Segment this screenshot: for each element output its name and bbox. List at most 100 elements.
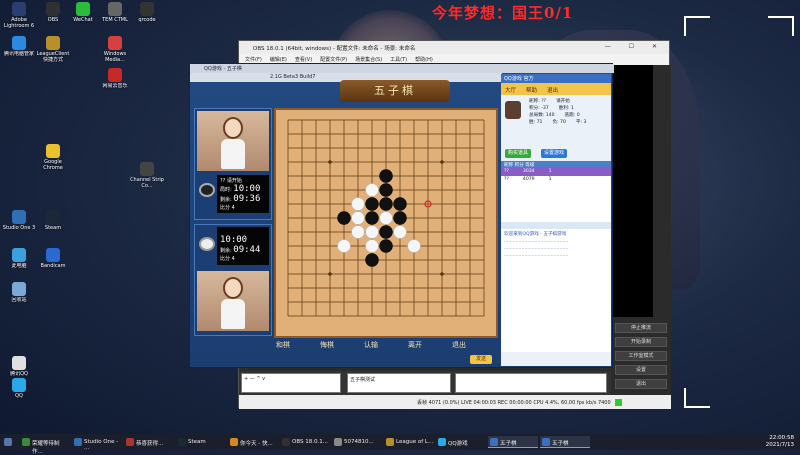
white-stone: [351, 211, 365, 225]
panel-menu: 大厅 帮助 退出: [501, 83, 611, 95]
source-item[interactable]: 五子棋测试: [350, 377, 375, 383]
desktop-icon-label: WeChat: [73, 17, 93, 23]
desktop-icon-label: 腾讯电脑管家: [3, 51, 34, 57]
desktop-icon-label: qrcode: [138, 17, 156, 23]
game-settings-button[interactable]: 设置游戏: [540, 149, 567, 158]
desktop-app-icon: [12, 36, 26, 50]
game-tab[interactable]: 和棋: [276, 340, 290, 354]
desktop-icon[interactable]: Bandicam: [36, 246, 70, 284]
start-button[interactable]: [2, 436, 16, 448]
gomoku-board[interactable]: [276, 110, 496, 336]
game-tab[interactable]: 悔棋: [320, 340, 334, 354]
buy-items-button[interactable]: 购买道具: [505, 149, 532, 158]
obs-side-button[interactable]: 退出: [615, 379, 667, 389]
taskbar-item[interactable]: 五子棋: [488, 436, 538, 448]
taskbar-item[interactable]: OBS 18.0.1...: [280, 436, 330, 448]
obs-status-text: 丢帧 4071 (0.0%) LIVE 04:00:03 REC 00:00:0…: [417, 400, 611, 406]
desktop-icon-label: 腾讯QQ: [10, 371, 28, 377]
panel-menu-item[interactable]: 帮助: [526, 88, 537, 94]
desktop-icon[interactable]: LeagueClient 快捷方式: [36, 34, 70, 72]
game-action-tabs: 和棋 悔棋 认输 离开 退出: [274, 340, 494, 354]
desktop-icon-label: OBS: [47, 17, 59, 23]
white-stone: [393, 225, 407, 239]
stats-value: 逃跑: 0: [564, 113, 580, 118]
desktop-icon[interactable]: 网易云音乐: [98, 66, 132, 104]
chat-line: ........................................…: [504, 253, 569, 258]
panel-menu-item[interactable]: 退出: [547, 88, 558, 94]
stats-value: 积分: -37: [529, 106, 549, 111]
desktop-icon[interactable]: 此电脑: [2, 246, 36, 284]
stats-value: 总局数: 140: [529, 113, 555, 118]
game-titlebar: QQ游戏 - 五子棋: [190, 64, 614, 73]
stream-overlay-title: 今年梦想：国王0/1: [432, 4, 574, 22]
frame-corner-top-left: [684, 16, 710, 36]
obs-bottom-docks: + — ^ v 五子棋测试: [239, 371, 611, 395]
table-row[interactable]: ?? 3034 1: [501, 168, 611, 176]
desktop-icon-label: LeagueClient 快捷方式: [36, 51, 70, 63]
desktop-icon[interactable]: 腾讯QQ: [2, 354, 36, 392]
desktop-icon[interactable]: WeChat: [66, 0, 100, 38]
taskbar-item[interactable]: Studio One - ...: [72, 436, 122, 451]
desktop-app-icon: [108, 36, 122, 50]
desktop-app-icon: [140, 162, 154, 176]
taskbar-item[interactable]: 5074810...: [332, 436, 382, 448]
desktop-icon-label: Adobe Lightroom 6: [3, 17, 35, 29]
sources-dock[interactable]: 五子棋测试: [347, 373, 451, 393]
obs-side-button[interactable]: 停止推流: [615, 323, 667, 333]
gomoku-board-frame[interactable]: [274, 108, 498, 338]
taskbar-item[interactable]: 你今天 - 快...: [228, 436, 278, 448]
panel-top-label: QQ游戏 官方: [501, 74, 611, 83]
player-top-label2: 剩余:: [220, 197, 232, 203]
player-table-header: 昵称 积分 等级: [501, 161, 611, 168]
taskbar-item[interactable]: 恭喜获得...: [124, 436, 174, 448]
desktop-app-icon: [108, 2, 122, 16]
white-stone: [365, 183, 379, 197]
obs-side-button[interactable]: 设置: [615, 365, 667, 375]
stats-row: 昵称: ?? 请开始: [529, 98, 608, 105]
window-controls[interactable]: — ☐ ✕: [605, 43, 665, 50]
desktop-icon[interactable]: qrcode: [130, 0, 164, 38]
desktop-icon-label: TEM CTML: [102, 17, 128, 23]
room-side-panel: QQ游戏 官方 大厅 帮助 退出 昵称: ?? 请开始 积分: -37 胜利: 1 总局数:…: [501, 74, 611, 366]
taskbar-item[interactable]: League of L...: [384, 436, 434, 448]
desktop-app-icon: [140, 2, 154, 16]
desktop-icon[interactable]: Google Chrome: [36, 142, 70, 180]
game-tab[interactable]: 退出: [452, 340, 466, 354]
white-stone: [351, 197, 365, 211]
desktop-icon-label: QQ: [15, 393, 23, 399]
desktop-icon[interactable]: OBS: [36, 0, 70, 38]
stats-row: 胜: 71 负: 70 平: 3: [529, 119, 608, 126]
taskbar-item[interactable]: 五子棋: [540, 436, 590, 448]
obs-side-button[interactable]: 工作室模式: [615, 351, 667, 361]
obs-side-button[interactable]: 开始录制: [615, 337, 667, 347]
desktop-icon[interactable]: Channel Strip Co...: [130, 160, 164, 198]
desktop-icon[interactable]: 腾讯电脑管家: [2, 34, 36, 72]
table-row[interactable]: ?? 4079 1: [501, 176, 611, 184]
taskbar-item[interactable]: QQ游戏: [436, 436, 486, 448]
scenes-controls[interactable]: + — ^ v: [244, 376, 265, 382]
desktop-icon[interactable]: TEM CTML: [98, 0, 132, 38]
chat-input[interactable]: [501, 352, 611, 366]
white-stone: [337, 239, 351, 253]
game-tab[interactable]: 离开: [408, 340, 422, 354]
clock-time[interactable]: 22:00:58: [766, 435, 794, 442]
status-indicator-icon: [614, 399, 622, 406]
taskbar-item[interactable]: Steam: [176, 436, 226, 448]
desktop-icon[interactable]: Studio One 3: [2, 208, 36, 246]
panel-menu-item[interactable]: 大厅: [505, 88, 516, 94]
player-top-time1: 10:00: [233, 184, 261, 194]
game-tab[interactable]: 认输: [364, 340, 378, 354]
scenes-dock[interactable]: + — ^ v: [241, 373, 341, 393]
taskbar-item[interactable]: 荣耀等待制作...: [20, 436, 70, 455]
chat-log: 欢迎来到QQ游戏 - 五子棋游戏........................…: [501, 229, 611, 366]
send-button[interactable]: 发送: [470, 355, 492, 364]
chat-line: ........................................…: [504, 239, 569, 244]
stats-value: 胜: 71: [529, 120, 543, 125]
desktop-icon[interactable]: Steam: [36, 208, 70, 246]
player-bottom-timer: 10:00 剩余: 09:44 比分 4: [217, 227, 269, 265]
desktop-icon[interactable]: 回收站: [2, 280, 36, 318]
mixer-dock[interactable]: [455, 373, 607, 393]
clock-date[interactable]: 2021/7/13: [766, 442, 794, 449]
chat-line: 欢迎来到QQ游戏 - 五子棋游戏: [504, 232, 567, 237]
desktop-icon[interactable]: Adobe Lightroom 6: [2, 0, 36, 38]
